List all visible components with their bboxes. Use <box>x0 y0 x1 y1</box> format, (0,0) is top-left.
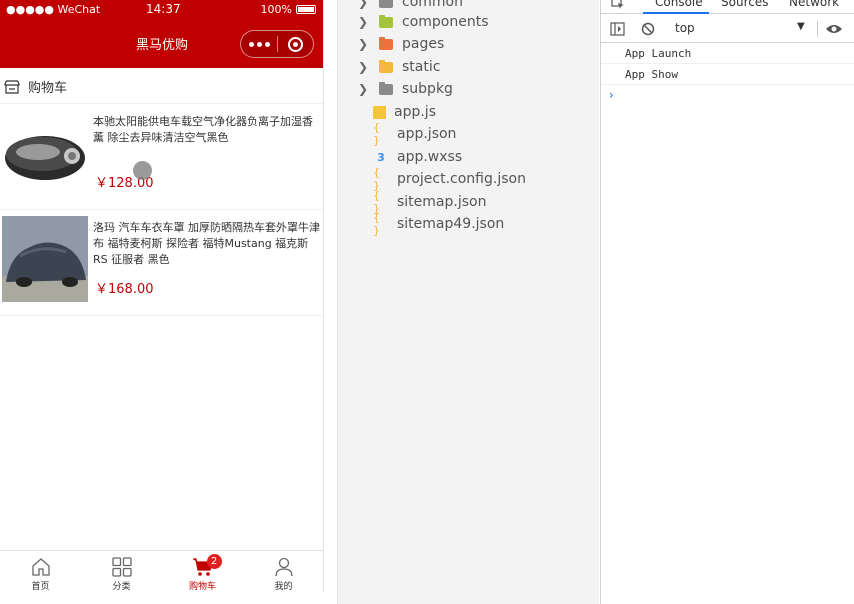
explorer-item-sitemap[interactable]: { } sitemap.json <box>338 189 600 215</box>
folder-icon <box>379 36 393 50</box>
cart-header: 购物车 <box>0 70 323 104</box>
category-icon <box>111 557 132 577</box>
json-file-icon: { } <box>373 166 380 192</box>
folder-icon <box>379 0 393 8</box>
battery-percent: 100% <box>260 3 292 16</box>
explorer-item-project-config[interactable]: { } project.config.json <box>338 166 600 192</box>
tab-console[interactable]: Console <box>655 0 703 9</box>
json-file-icon: { } <box>373 189 380 215</box>
json-file-icon: { } <box>373 121 380 147</box>
goods-name: 洛玛 汽车车衣车罩 加厚防晒隔热车套外罩牛津布 福特麦柯斯 探险者 福特Must… <box>93 221 320 266</box>
mini-program-capsule <box>240 30 314 58</box>
screen: ●●●●● WeChat 14:37 100% 黑马优购 购物车 本驰太阳能供电… <box>0 0 854 604</box>
explorer-item-label: app.json <box>397 126 457 142</box>
css-file-icon: 3 <box>377 150 385 164</box>
explorer-item-label: static <box>402 59 441 75</box>
explorer-item-pages[interactable]: ❯ pages <box>338 33 600 55</box>
js-file-icon <box>373 105 386 119</box>
explorer-item-label: sitemap.json <box>397 194 487 210</box>
inspect-element-icon[interactable] <box>611 0 625 10</box>
phone-simulator: ●●●●● WeChat 14:37 100% 黑马优购 购物车 本驰太阳能供电… <box>0 0 324 592</box>
more-icon[interactable] <box>241 31 277 57</box>
explorer-item-label: sitemap49.json <box>397 216 505 232</box>
tab-bar: 首页 分类 2 购物车 我的 <box>0 550 323 592</box>
home-icon <box>31 558 50 576</box>
status-time: 14:37 <box>146 2 181 16</box>
goods-image <box>2 110 88 196</box>
goods-image <box>2 216 88 302</box>
json-file-icon: { } <box>373 211 380 237</box>
explorer-item-components[interactable]: ❯ components <box>338 11 600 33</box>
goods-name: 本驰太阳能供电车载空气净化器负离子加湿香薰 除尘去异味清洁空气黑色 <box>93 115 313 144</box>
devtools-panel: Console Sources Network top ▼ App Launch… <box>600 0 854 604</box>
cart-badge: 2 <box>206 554 222 569</box>
tab-label: 首页 <box>31 582 50 592</box>
chevron-right-icon: ❯ <box>358 0 369 9</box>
explorer-item-label: pages <box>402 36 445 52</box>
context-selector[interactable]: top <box>675 21 695 35</box>
explorer-item-static[interactable]: ❯ static <box>338 56 600 78</box>
explorer-item-label: subpkg <box>402 81 453 97</box>
touch-cursor <box>133 161 152 180</box>
goods-item[interactable]: 本驰太阳能供电车载空气净化器负离子加湿香薰 除尘去异味清洁空气黑色 ￥128.0… <box>0 106 323 210</box>
console-toolbar: top ▼ <box>601 15 854 43</box>
chevron-right-icon: ❯ <box>358 60 369 74</box>
explorer-item-app-json[interactable]: { } app.json <box>338 121 600 147</box>
console-log-line: App Show <box>601 65 854 85</box>
file-explorer: ❯ common ❯ components ❯ pages ❯ static ❯… <box>337 0 599 604</box>
tab-category[interactable]: 分类 <box>81 551 162 592</box>
chevron-right-icon: ❯ <box>358 15 369 29</box>
explorer-item-app-wxss[interactable]: 3 app.wxss <box>338 146 600 168</box>
clear-console-icon[interactable] <box>641 22 655 36</box>
console-log-line: App Launch <box>601 44 854 64</box>
devtools-tabs: Console Sources Network <box>601 0 854 14</box>
folder-icon <box>379 81 393 95</box>
toolbar-divider <box>817 21 818 37</box>
tab-network[interactable]: Network <box>789 0 839 9</box>
explorer-item-label: app.wxss <box>397 149 463 165</box>
shop-icon <box>4 79 20 94</box>
console-prompt[interactable]: › <box>609 88 614 102</box>
toggle-sidebar-icon[interactable] <box>610 22 625 36</box>
tab-home[interactable]: 首页 <box>0 551 81 592</box>
carrier-label: ●●●●● WeChat <box>6 3 101 16</box>
explorer-item-sitemap49[interactable]: { } sitemap49.json <box>338 211 600 237</box>
tab-label: 分类 <box>112 582 131 592</box>
folder-icon <box>379 14 393 28</box>
explorer-item-label: common <box>402 0 463 10</box>
explorer-item-label: app.js <box>394 104 436 120</box>
chevron-right-icon: ❯ <box>358 37 369 51</box>
goods-item[interactable]: 洛玛 汽车车衣车罩 加厚防晒隔热车套外罩牛津布 福特麦柯斯 探险者 福特Must… <box>0 212 323 316</box>
cart-title: 购物车 <box>28 81 68 96</box>
tab-label: 我的 <box>274 582 293 592</box>
tab-my[interactable]: 我的 <box>243 551 323 592</box>
explorer-item-app-js[interactable]: app.js <box>338 101 600 123</box>
battery-icon <box>296 5 316 14</box>
chevron-down-icon[interactable]: ▼ <box>797 21 805 32</box>
battery-status: 100% <box>261 3 316 16</box>
chevron-right-icon: ❯ <box>358 82 369 96</box>
close-mini-program-icon[interactable] <box>278 31 313 57</box>
eye-icon[interactable] <box>825 22 843 36</box>
tab-cart[interactable]: 2 购物车 <box>162 551 243 592</box>
explorer-item-subpkg[interactable]: ❯ subpkg <box>338 78 600 100</box>
tab-sources[interactable]: Sources <box>721 0 768 9</box>
goods-price: ￥168.00 <box>95 282 154 297</box>
status-bar: ●●●●● WeChat 14:37 100% <box>0 0 323 20</box>
nav-bar: 黑马优购 <box>0 20 323 68</box>
tab-label: 购物车 <box>188 582 216 592</box>
explorer-item-label: components <box>402 14 489 30</box>
folder-icon <box>379 59 393 73</box>
explorer-item-label: project.config.json <box>397 171 526 187</box>
user-icon <box>274 557 293 577</box>
active-tab-indicator <box>643 12 709 14</box>
